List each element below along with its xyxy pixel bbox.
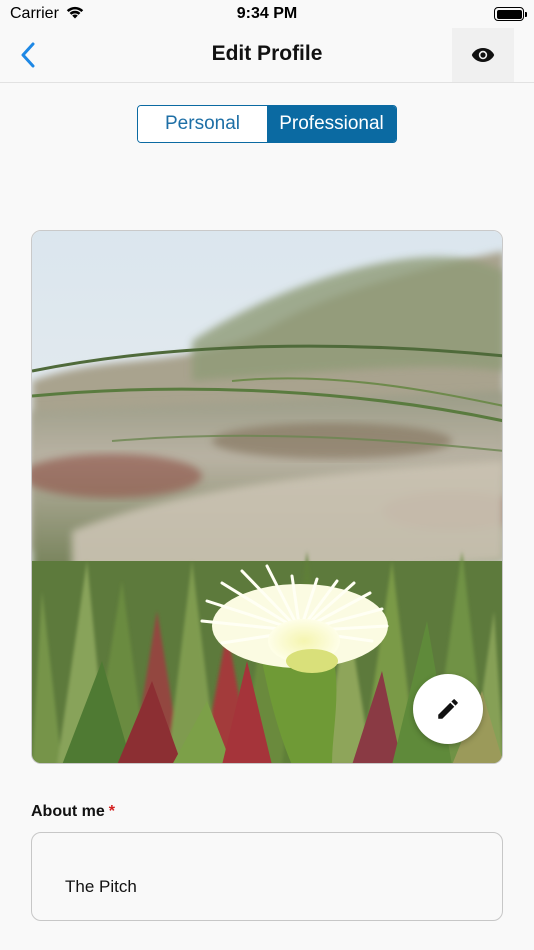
about-me-label: About me *	[31, 803, 115, 821]
battery-icon	[494, 7, 527, 21]
about-me-field[interactable]: The Pitch	[31, 832, 503, 921]
status-bar: Carrier 9:34 PM	[0, 0, 534, 28]
nav-bar: Edit Profile	[0, 28, 534, 83]
segment-personal[interactable]: Personal	[138, 106, 267, 142]
eye-icon	[471, 48, 495, 62]
status-left: Carrier	[10, 5, 85, 24]
required-marker: *	[108, 803, 116, 820]
battery-fill	[496, 9, 522, 19]
profile-type-segmented-control: Personal Professional	[137, 105, 397, 143]
pencil-icon	[438, 699, 458, 719]
about-me-label-text: About me	[31, 803, 105, 820]
about-me-value: The Pitch	[65, 877, 137, 896]
segment-professional[interactable]: Professional	[267, 106, 396, 142]
wifi-icon	[65, 5, 85, 24]
carrier-label: Carrier	[10, 5, 59, 22]
preview-button[interactable]	[452, 28, 514, 82]
edit-photo-button[interactable]	[413, 674, 483, 744]
